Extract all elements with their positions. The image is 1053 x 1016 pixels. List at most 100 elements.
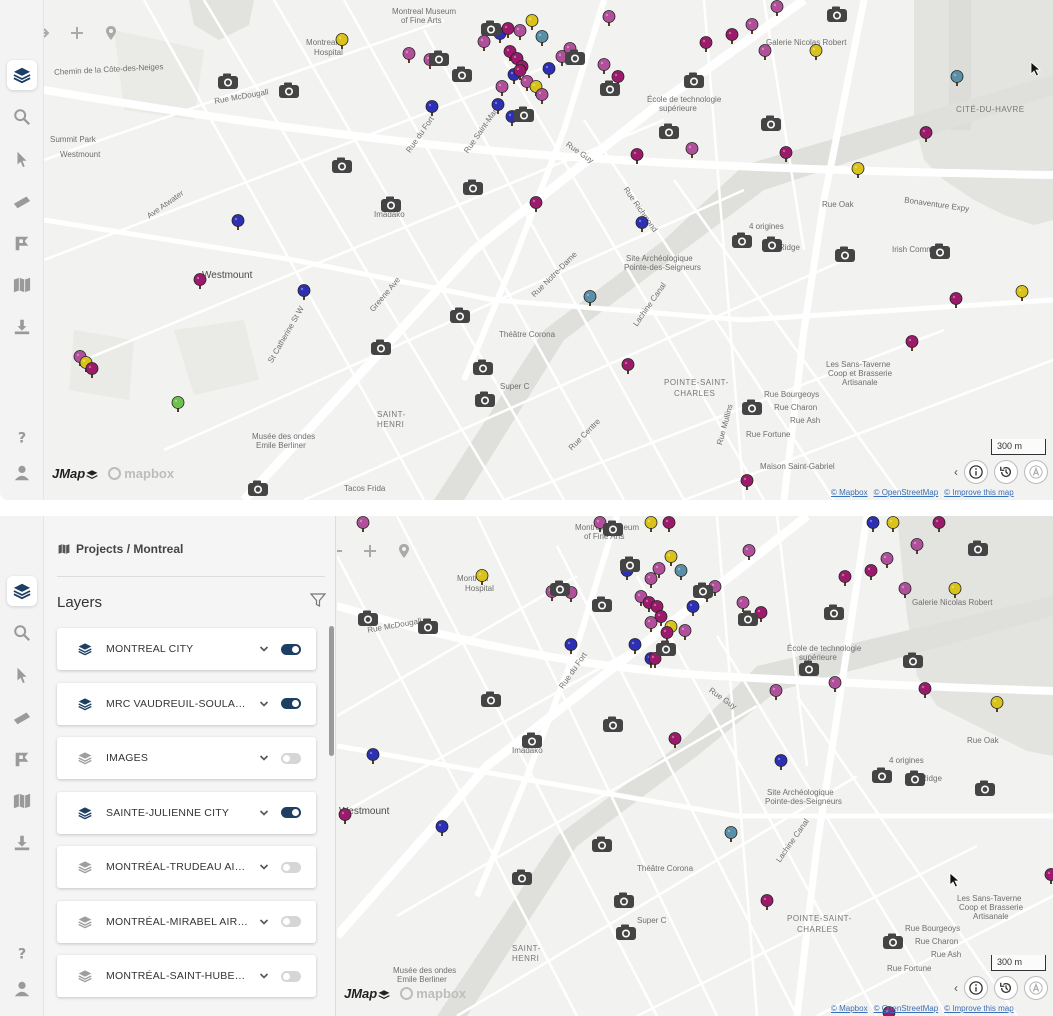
tree-marker-icon[interactable] bbox=[879, 552, 895, 568]
tree-marker-icon[interactable] bbox=[629, 148, 645, 164]
camera-marker-icon[interactable] bbox=[513, 106, 535, 123]
user-button[interactable] bbox=[7, 458, 37, 488]
search-button[interactable] bbox=[7, 618, 37, 648]
tree-marker-icon[interactable] bbox=[885, 516, 901, 532]
tree-marker-icon[interactable] bbox=[582, 290, 598, 306]
chevron-down-icon[interactable] bbox=[259, 917, 269, 927]
layer-visibility-toggle[interactable] bbox=[281, 916, 301, 927]
tree-marker-icon[interactable] bbox=[837, 570, 853, 586]
camera-marker-icon[interactable] bbox=[731, 232, 753, 249]
tree-marker-icon[interactable] bbox=[528, 196, 544, 212]
tree-marker-icon[interactable] bbox=[534, 30, 550, 46]
chevron-down-icon[interactable] bbox=[259, 808, 269, 818]
map-button[interactable] bbox=[7, 786, 37, 816]
camera-marker-icon[interactable] bbox=[451, 66, 473, 83]
camera-marker-icon[interactable] bbox=[599, 80, 621, 97]
tree-marker-icon[interactable] bbox=[512, 64, 528, 80]
camera-marker-icon[interactable] bbox=[449, 307, 471, 324]
tree-marker-icon[interactable] bbox=[1014, 285, 1030, 301]
layer-item[interactable]: SAINTE-JULIENNE CITY bbox=[57, 791, 316, 834]
camera-marker-icon[interactable] bbox=[521, 732, 543, 749]
tree-marker-icon[interactable] bbox=[698, 36, 714, 52]
layer-item[interactable]: MONTRÉAL-TRUDEAU AIRPORT bbox=[57, 846, 316, 888]
camera-marker-icon[interactable] bbox=[761, 236, 783, 253]
camera-marker-icon[interactable] bbox=[472, 359, 494, 376]
layer-item[interactable]: IMAGES bbox=[57, 737, 316, 779]
camera-marker-icon[interactable] bbox=[826, 6, 848, 23]
tree-marker-icon[interactable] bbox=[768, 684, 784, 700]
map-canvas[interactable]: Montreal Museum of Fine Arts Montreal Ho… bbox=[44, 0, 1053, 500]
camera-marker-icon[interactable] bbox=[511, 869, 533, 886]
layer-list-scrollbar[interactable] bbox=[329, 626, 334, 756]
camera-marker-icon[interactable] bbox=[549, 580, 571, 597]
camera-marker-icon[interactable] bbox=[613, 892, 635, 909]
camera-marker-icon[interactable] bbox=[417, 618, 439, 635]
camera-marker-icon[interactable] bbox=[655, 640, 677, 657]
history-button[interactable] bbox=[994, 460, 1018, 484]
layer-visibility-toggle[interactable] bbox=[281, 643, 301, 655]
collapse-panel-button[interactable] bbox=[337, 538, 349, 564]
camera-marker-icon[interactable] bbox=[683, 72, 705, 89]
camera-marker-icon[interactable] bbox=[741, 399, 763, 416]
tree-marker-icon[interactable] bbox=[643, 616, 659, 632]
layer-visibility-toggle[interactable] bbox=[281, 970, 301, 982]
tree-marker-icon[interactable] bbox=[534, 88, 550, 104]
tree-marker-icon[interactable] bbox=[673, 564, 689, 580]
layers-button[interactable] bbox=[7, 60, 37, 90]
tree-marker-icon[interactable] bbox=[863, 564, 879, 580]
north-button[interactable] bbox=[1024, 460, 1048, 484]
info-button[interactable] bbox=[964, 460, 988, 484]
help-button[interactable]: ? bbox=[7, 938, 37, 968]
camera-marker-icon[interactable] bbox=[882, 933, 904, 950]
camera-marker-icon[interactable] bbox=[247, 480, 269, 497]
attribution-osm-link[interactable]: © OpenStreetMap bbox=[874, 488, 939, 497]
layers-button[interactable] bbox=[7, 576, 37, 606]
chevron-down-icon[interactable] bbox=[259, 699, 269, 709]
tree-marker-icon[interactable] bbox=[850, 162, 866, 178]
tree-marker-icon[interactable] bbox=[949, 70, 965, 86]
download-button[interactable] bbox=[7, 312, 37, 342]
collapse-controls-icon[interactable]: ‹ bbox=[954, 981, 958, 995]
tree-marker-icon[interactable] bbox=[667, 732, 683, 748]
tree-marker-icon[interactable] bbox=[424, 100, 440, 116]
camera-marker-icon[interactable] bbox=[217, 73, 239, 90]
tree-marker-icon[interactable] bbox=[563, 638, 579, 654]
filter-icon[interactable] bbox=[310, 592, 326, 608]
tree-marker-icon[interactable] bbox=[865, 516, 881, 532]
tree-marker-icon[interactable] bbox=[684, 142, 700, 158]
layer-visibility-toggle[interactable] bbox=[281, 698, 301, 709]
camera-marker-icon[interactable] bbox=[602, 520, 624, 537]
camera-marker-icon[interactable] bbox=[474, 391, 496, 408]
chevron-down-icon[interactable] bbox=[259, 971, 269, 981]
attribution-improve-link[interactable]: © Improve this map bbox=[944, 1004, 1013, 1013]
tree-marker-icon[interactable] bbox=[296, 284, 312, 300]
info-button[interactable] bbox=[964, 976, 988, 1000]
camera-marker-icon[interactable] bbox=[737, 610, 759, 627]
tree-marker-icon[interactable] bbox=[337, 808, 353, 824]
camera-marker-icon[interactable] bbox=[929, 243, 951, 260]
select-button[interactable] bbox=[7, 660, 37, 690]
camera-marker-icon[interactable] bbox=[619, 556, 641, 573]
location-button[interactable] bbox=[391, 538, 417, 564]
attribution-improve-link[interactable]: © Improve this map bbox=[944, 488, 1013, 497]
tree-marker-icon[interactable] bbox=[620, 358, 636, 374]
map-canvas[interactable]: Montreal Museum of Fine Arts Montreal Ho… bbox=[337, 516, 1053, 1016]
camera-marker-icon[interactable] bbox=[871, 767, 893, 784]
expand-panel-button[interactable] bbox=[44, 20, 56, 46]
camera-marker-icon[interactable] bbox=[357, 610, 379, 627]
chevron-down-icon[interactable] bbox=[259, 862, 269, 872]
breadcrumb[interactable]: Projects / Montreal bbox=[58, 542, 183, 556]
camera-marker-icon[interactable] bbox=[967, 540, 989, 557]
tree-marker-icon[interactable] bbox=[230, 214, 246, 230]
attribution-mapbox-link[interactable]: © Mapbox bbox=[831, 488, 868, 497]
tree-marker-icon[interactable] bbox=[723, 826, 739, 842]
tree-marker-icon[interactable] bbox=[524, 14, 540, 30]
tree-marker-icon[interactable] bbox=[474, 569, 490, 585]
tree-marker-icon[interactable] bbox=[897, 582, 913, 598]
measure-button[interactable] bbox=[7, 186, 37, 216]
tree-marker-icon[interactable] bbox=[192, 273, 208, 289]
tree-marker-icon[interactable] bbox=[334, 33, 350, 49]
camera-marker-icon[interactable] bbox=[760, 115, 782, 132]
camera-marker-icon[interactable] bbox=[331, 157, 353, 174]
tree-marker-icon[interactable] bbox=[355, 516, 371, 532]
